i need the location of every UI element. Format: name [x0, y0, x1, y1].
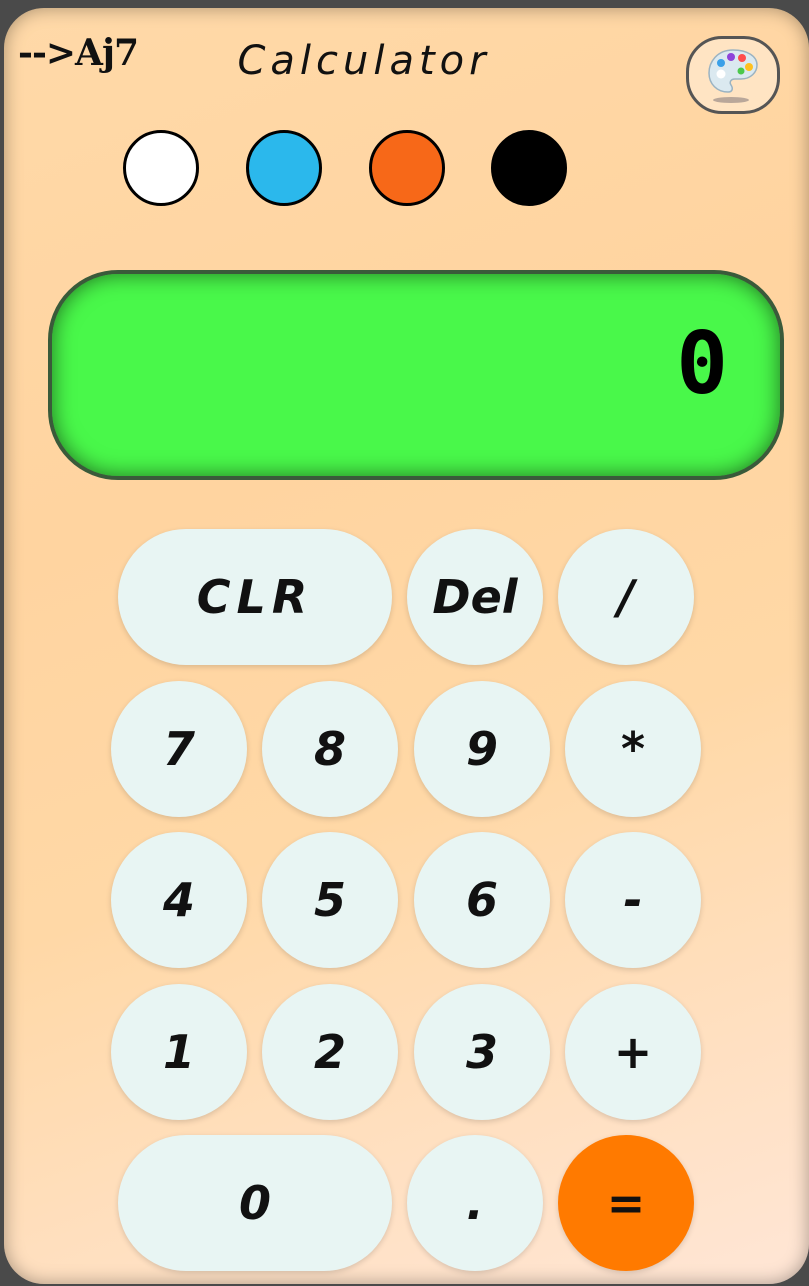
multiply-button[interactable]: *	[565, 681, 701, 817]
clear-button[interactable]: CLR	[118, 529, 392, 665]
digit-0-button[interactable]: 0	[118, 1135, 392, 1271]
digit-2-button[interactable]: 2	[262, 984, 398, 1120]
digit-1-button[interactable]: 1	[111, 984, 247, 1120]
theme-swatch-white[interactable]	[123, 130, 199, 206]
divide-button[interactable]: /	[558, 529, 694, 665]
digit-5-button[interactable]: 5	[262, 832, 398, 968]
minus-button[interactable]: -	[565, 832, 701, 968]
digit-4-button[interactable]: 4	[111, 832, 247, 968]
digit-9-button[interactable]: 9	[414, 681, 550, 817]
theme-swatch-blue[interactable]	[246, 130, 322, 206]
app-title: Calculator	[237, 38, 491, 84]
display-value: 0	[676, 314, 728, 414]
palette-icon	[708, 49, 758, 103]
palette-button[interactable]	[686, 36, 780, 114]
calculator-display: 0	[48, 270, 784, 480]
digit-8-button[interactable]: 8	[262, 681, 398, 817]
equals-button[interactable]: =	[558, 1135, 694, 1271]
digit-6-button[interactable]: 6	[414, 832, 550, 968]
plus-button[interactable]: +	[565, 984, 701, 1120]
calculator-app: -->Aj7 Calculator 0 CLR Del / 7 8 9 * 4 …	[4, 8, 809, 1284]
decimal-button[interactable]: .	[407, 1135, 543, 1271]
digit-3-button[interactable]: 3	[414, 984, 550, 1120]
digit-7-button[interactable]: 7	[111, 681, 247, 817]
delete-button[interactable]: Del	[407, 529, 543, 665]
theme-swatch-black[interactable]	[491, 130, 567, 206]
theme-swatch-orange[interactable]	[369, 130, 445, 206]
